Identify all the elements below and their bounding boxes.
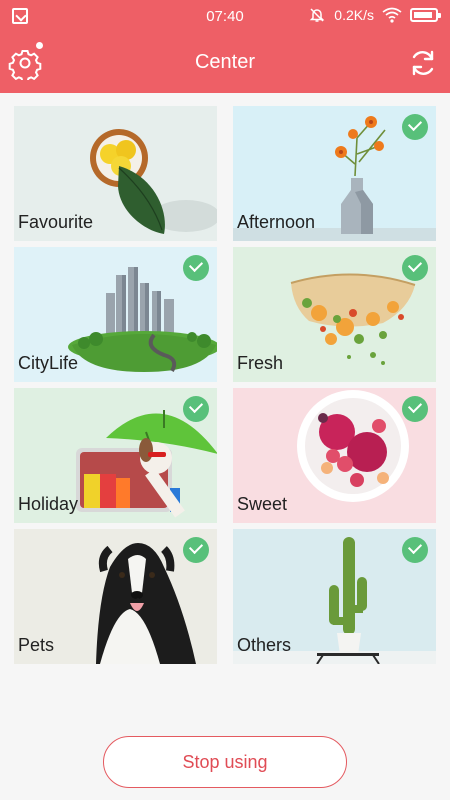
category-tile-citylife[interactable]: CityLife: [14, 247, 217, 382]
checkmark-icon: [402, 114, 428, 140]
category-label: Afternoon: [237, 212, 316, 232]
checkmark-icon: [402, 255, 428, 281]
category-label: Fresh: [237, 353, 284, 373]
category-label: Holiday: [18, 494, 79, 514]
checkmark-icon: [183, 396, 209, 422]
checkmark-icon: [402, 396, 428, 422]
wifi-icon: [382, 7, 402, 23]
status-bar: 07:40 0.2K/s: [0, 0, 450, 33]
page-title: Center: [194, 51, 256, 73]
category-tile-fresh[interactable]: Fresh: [233, 247, 436, 382]
category-label: Favourite: [18, 212, 94, 232]
app-header: Center: [0, 33, 450, 93]
category-tile-sweet[interactable]: Sweet: [233, 388, 436, 523]
refresh-icon[interactable]: [406, 46, 440, 80]
category-label: Pets: [18, 635, 55, 655]
checkmark-icon: [402, 537, 428, 563]
category-tile-afternoon[interactable]: Afternoon: [233, 106, 436, 241]
battery-icon: [410, 8, 441, 22]
mute-icon: [309, 8, 325, 22]
network-speed: 0.2K/s: [334, 7, 374, 23]
status-right-group: 0.2K/s: [308, 6, 441, 24]
stop-using-button[interactable]: Stop using: [103, 736, 347, 788]
category-label: Others: [237, 635, 292, 655]
notification-dot: [36, 42, 43, 49]
category-tile-pets[interactable]: Pets: [14, 529, 217, 664]
checkmark-icon: [183, 255, 209, 281]
category-tile-favourite[interactable]: Favourite: [14, 106, 217, 241]
checkmark-icon: [183, 537, 209, 563]
category-label: CityLife: [18, 353, 79, 373]
category-tile-others[interactable]: Others: [233, 529, 436, 664]
category-tile-holiday[interactable]: Holiday: [14, 388, 217, 523]
category-label: Sweet: [237, 494, 288, 514]
